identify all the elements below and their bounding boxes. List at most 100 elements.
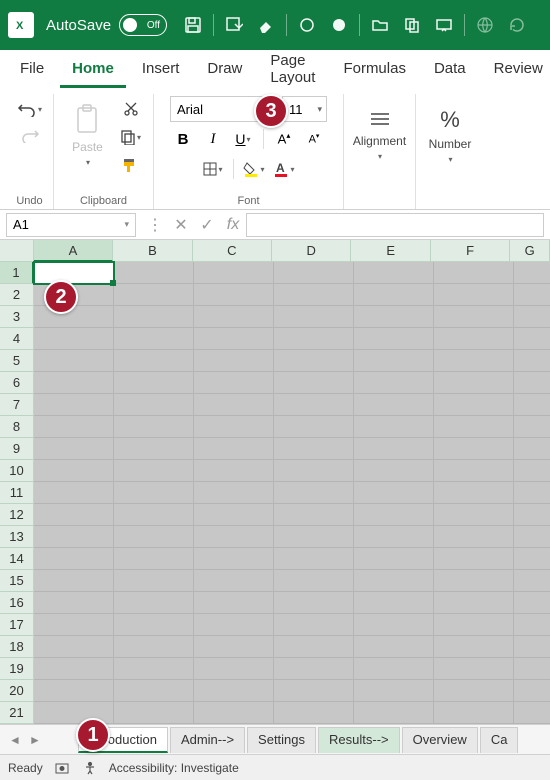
cell[interactable] [274,548,354,570]
cell[interactable] [434,614,514,636]
cell[interactable] [194,702,274,724]
presentation-icon[interactable] [433,14,455,36]
cell[interactable] [274,306,354,328]
save-icon[interactable] [182,14,204,36]
row-header[interactable]: 1 [0,262,34,284]
cell[interactable] [194,460,274,482]
cell[interactable] [514,328,550,350]
cell[interactable] [354,680,434,702]
cell[interactable] [34,614,114,636]
cell[interactable] [274,350,354,372]
circle-outline-icon[interactable] [296,14,318,36]
row-header[interactable]: 11 [0,482,34,504]
row-header[interactable]: 2 [0,284,34,306]
dots-icon[interactable]: ⋮ [142,213,168,237]
cell[interactable] [114,504,194,526]
enter-formula-icon[interactable]: ✓ [194,213,220,237]
cell[interactable] [434,438,514,460]
cell[interactable] [514,482,550,504]
paste-button[interactable]: Paste ▾ [63,96,113,174]
cell[interactable] [34,460,114,482]
fill-color-button[interactable]: ▾ [240,156,268,182]
select-all-corner[interactable] [0,240,34,262]
row-header[interactable]: 3 [0,306,34,328]
cell[interactable] [34,592,114,614]
cell[interactable] [194,306,274,328]
cell[interactable] [114,372,194,394]
cell[interactable] [34,570,114,592]
cell[interactable] [194,570,274,592]
cell[interactable] [194,504,274,526]
cell[interactable] [354,570,434,592]
cell[interactable] [434,680,514,702]
cell[interactable] [354,636,434,658]
cell[interactable] [514,614,550,636]
cell[interactable] [34,636,114,658]
underline-button[interactable]: U▾ [229,126,257,152]
cell[interactable] [514,636,550,658]
cell[interactable] [514,570,550,592]
cell[interactable] [194,614,274,636]
sheet-tab[interactable]: Results--> [318,727,400,753]
cell[interactable] [194,592,274,614]
eraser-icon[interactable] [255,14,277,36]
tab-draw[interactable]: Draw [195,52,254,88]
cell[interactable] [114,306,194,328]
cell[interactable] [194,482,274,504]
cell[interactable] [434,526,514,548]
cut-button[interactable] [117,96,145,122]
cell[interactable] [274,328,354,350]
col-header[interactable]: A [34,240,113,262]
cell[interactable] [514,394,550,416]
copy-button[interactable]: ▾ [117,124,145,150]
cell[interactable] [434,284,514,306]
cell[interactable] [434,482,514,504]
cell[interactable] [194,636,274,658]
alignment-button[interactable]: Alignment ▾ [355,96,405,174]
cell[interactable] [114,438,194,460]
cell[interactable] [194,262,274,284]
tab-insert[interactable]: Insert [130,52,192,88]
col-header[interactable]: F [431,240,510,262]
row-header[interactable]: 12 [0,504,34,526]
cell[interactable] [114,702,194,724]
cell[interactable] [434,306,514,328]
font-color-button[interactable]: A▾ [270,156,298,182]
shrink-font-button[interactable]: A▾ [300,126,328,152]
cell[interactable] [194,680,274,702]
cell[interactable] [354,416,434,438]
cell[interactable] [34,438,114,460]
cell[interactable] [114,416,194,438]
cell[interactable] [114,658,194,680]
cell[interactable] [34,680,114,702]
cell[interactable] [354,504,434,526]
cell[interactable] [194,548,274,570]
cell[interactable] [274,482,354,504]
cell[interactable] [434,350,514,372]
cell[interactable] [114,350,194,372]
cell[interactable] [354,548,434,570]
cell[interactable] [434,460,514,482]
row-header[interactable]: 16 [0,592,34,614]
cell[interactable] [354,328,434,350]
italic-button[interactable]: I [199,126,227,152]
row-header[interactable]: 15 [0,570,34,592]
cell[interactable] [514,262,550,284]
cell[interactable] [114,284,194,306]
cell[interactable] [434,548,514,570]
cell[interactable] [434,328,514,350]
sheet-nav-prev[interactable]: ◄ [6,730,24,750]
sheet-tab[interactable]: Overview [402,727,478,753]
row-header[interactable]: 19 [0,658,34,680]
cell[interactable] [34,306,114,328]
cell[interactable] [114,394,194,416]
autosave-toggle[interactable]: Off [119,14,167,36]
cell[interactable] [354,614,434,636]
cell[interactable] [354,702,434,724]
folder-icon[interactable] [369,14,391,36]
tab-page-layout[interactable]: Page Layout [258,44,327,97]
cell[interactable] [34,504,114,526]
cell[interactable] [114,680,194,702]
row-header[interactable]: 10 [0,460,34,482]
cell[interactable] [34,350,114,372]
